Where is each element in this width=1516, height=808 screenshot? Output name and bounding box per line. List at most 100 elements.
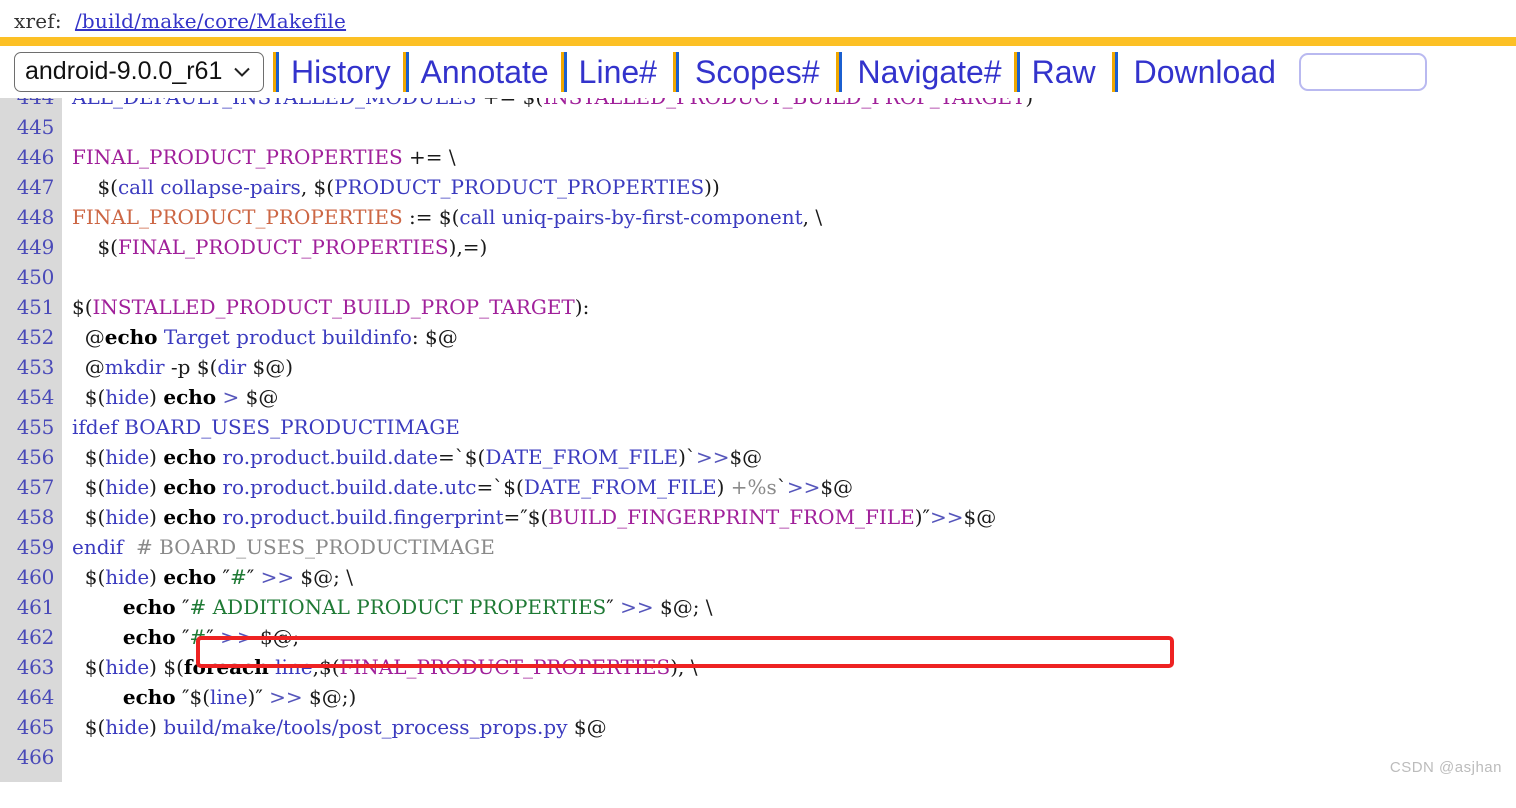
- code-token: echo: [163, 385, 217, 409]
- line-number[interactable]: 454: [0, 382, 62, 412]
- search-input[interactable]: [1298, 53, 1427, 91]
- code-token: >>: [269, 685, 303, 709]
- line-number[interactable]: 446: [0, 142, 62, 172]
- line-number[interactable]: 444: [0, 98, 62, 112]
- code-token: $(: [84, 655, 106, 679]
- toolbar-separator: [273, 52, 279, 92]
- line-number[interactable]: 461: [0, 592, 62, 622]
- line-number[interactable]: 451: [0, 292, 62, 322]
- nav-link-scopes[interactable]: Scopes#: [692, 56, 823, 88]
- line-number[interactable]: 447: [0, 172, 62, 202]
- code-lines-container[interactable]: 444ALL_DEFAULT_INSTALLED_MODULES += $(IN…: [0, 98, 1516, 782]
- code-token: )″: [914, 505, 930, 529]
- project-version-select[interactable]: android-9.0.0_r61: [14, 52, 264, 92]
- code-line: 464 echo ″$(line)″ >> $@;): [0, 682, 1516, 712]
- code-token: $(: [84, 505, 106, 529]
- code-text: $(hide) echo > $@: [62, 382, 1516, 412]
- line-number[interactable]: 452: [0, 322, 62, 352]
- version-select-wrapper[interactable]: android-9.0.0_r61: [14, 52, 264, 92]
- code-token: $(: [313, 175, 335, 199]
- code-text: $(call collapse-pairs, $(PRODUCT_PRODUCT…: [62, 172, 1516, 202]
- nav-link-download[interactable]: Download: [1131, 56, 1279, 88]
- code-token: FINAL_PRODUCT_PROPERTIES: [72, 205, 403, 229]
- nav-link-annotate[interactable]: Annotate: [418, 56, 552, 88]
- line-number[interactable]: 457: [0, 472, 62, 502]
- line-number[interactable]: 463: [0, 652, 62, 682]
- code-token: , \: [802, 205, 823, 229]
- code-token: dir: [217, 355, 247, 379]
- code-token: $@: [567, 715, 607, 739]
- code-text: FINAL_PRODUCT_PROPERTIES += \: [62, 142, 1516, 172]
- line-number[interactable]: 458: [0, 502, 62, 532]
- toolbar-separator: [402, 52, 409, 92]
- code-token: $@: [963, 505, 997, 529]
- accent-rule: [0, 37, 1516, 46]
- code-token: hide: [105, 565, 150, 589]
- code-token: $@; \: [294, 565, 353, 589]
- line-number[interactable]: 445: [0, 112, 62, 142]
- code-token: `: [776, 475, 787, 499]
- code-token: ″: [175, 685, 190, 709]
- toolbar: android-9.0.0_r61 History Annotate Line#…: [0, 46, 1516, 98]
- code-token: >>: [786, 475, 821, 499]
- code-token: ″: [175, 595, 190, 619]
- code-token: line: [210, 685, 248, 709]
- code-token: >>: [220, 625, 254, 649]
- xref-header: xref: /build/make/core/Makefile: [0, 0, 1516, 37]
- code-token: INSTALLED_PRODUCT_BUILD_PROP_TARGET: [543, 98, 1025, 109]
- code-token: ): [149, 565, 164, 589]
- code-line: 459 endif # BOARD_USES_PRODUCTIMAGE: [0, 532, 1516, 562]
- line-number[interactable]: 453: [0, 352, 62, 382]
- nav-link-navigate[interactable]: Navigate#: [855, 56, 1005, 88]
- code-token: +%s: [730, 475, 777, 499]
- line-number[interactable]: 465: [0, 712, 62, 742]
- code-token: )): [704, 175, 720, 199]
- code-token: $(: [84, 715, 106, 739]
- line-number[interactable]: 456: [0, 442, 62, 472]
- code-token: echo: [122, 595, 176, 619]
- code-token: $(: [503, 475, 524, 499]
- line-number[interactable]: 449: [0, 232, 62, 262]
- code-token: $(: [84, 565, 106, 589]
- code-line: 452 @echo Target product buildinfo: $@: [0, 322, 1516, 352]
- code-token: ),=): [448, 235, 488, 259]
- code-line: 453 @mkdir -p $(dir $@): [0, 352, 1516, 382]
- code-token: call collapse-pairs: [117, 175, 301, 199]
- line-number[interactable]: 455: [0, 412, 62, 442]
- breadcrumb-path[interactable]: /build/make/core/Makefile: [75, 9, 346, 33]
- code-token: ″: [175, 625, 190, 649]
- code-token: ALL_DEFAULT_INSTALLED_MODULES: [72, 98, 476, 109]
- code-token: $(: [464, 445, 486, 469]
- line-number[interactable]: 448: [0, 202, 62, 232]
- nav-link-history[interactable]: History: [288, 56, 394, 88]
- code-line: 457 $(hide) echo ro.product.build.date.u…: [0, 472, 1516, 502]
- toolbar-separator: [1111, 52, 1118, 92]
- nav-link-raw[interactable]: Raw: [1029, 56, 1099, 88]
- line-number[interactable]: 450: [0, 262, 62, 292]
- line-number[interactable]: 464: [0, 682, 62, 712]
- code-token: :=: [402, 205, 439, 229]
- code-text: ifdef BOARD_USES_PRODUCTIMAGE: [62, 412, 1516, 442]
- code-token: call uniq-pairs-by-first-component: [459, 205, 803, 229]
- code-token: ro.product.build.fingerprint: [222, 505, 504, 529]
- code-token: =`: [438, 445, 465, 469]
- line-number[interactable]: 459: [0, 532, 62, 562]
- line-number[interactable]: 466: [0, 742, 62, 772]
- line-number[interactable]: 462: [0, 622, 62, 652]
- code-token: FINAL_PRODUCT_PROPERTIES: [339, 655, 671, 679]
- line-number[interactable]: 460: [0, 562, 62, 592]
- toolbar-separator: [1013, 52, 1020, 92]
- nav-link-line-numbers[interactable]: Line#: [576, 56, 660, 88]
- code-text: endif # BOARD_USES_PRODUCTIMAGE: [62, 532, 1516, 562]
- code-token: $(: [523, 98, 544, 109]
- code-text: $(hide) echo ro.product.build.fingerprin…: [62, 502, 1516, 532]
- code-token: BUILD_FINGERPRINT_FROM_FILE: [548, 505, 915, 529]
- code-text: $(hide) $(foreach line,$(FINAL_PRODUCT_P…: [62, 652, 1516, 682]
- code-token: BOARD_USES_PRODUCTIMAGE: [124, 415, 460, 439]
